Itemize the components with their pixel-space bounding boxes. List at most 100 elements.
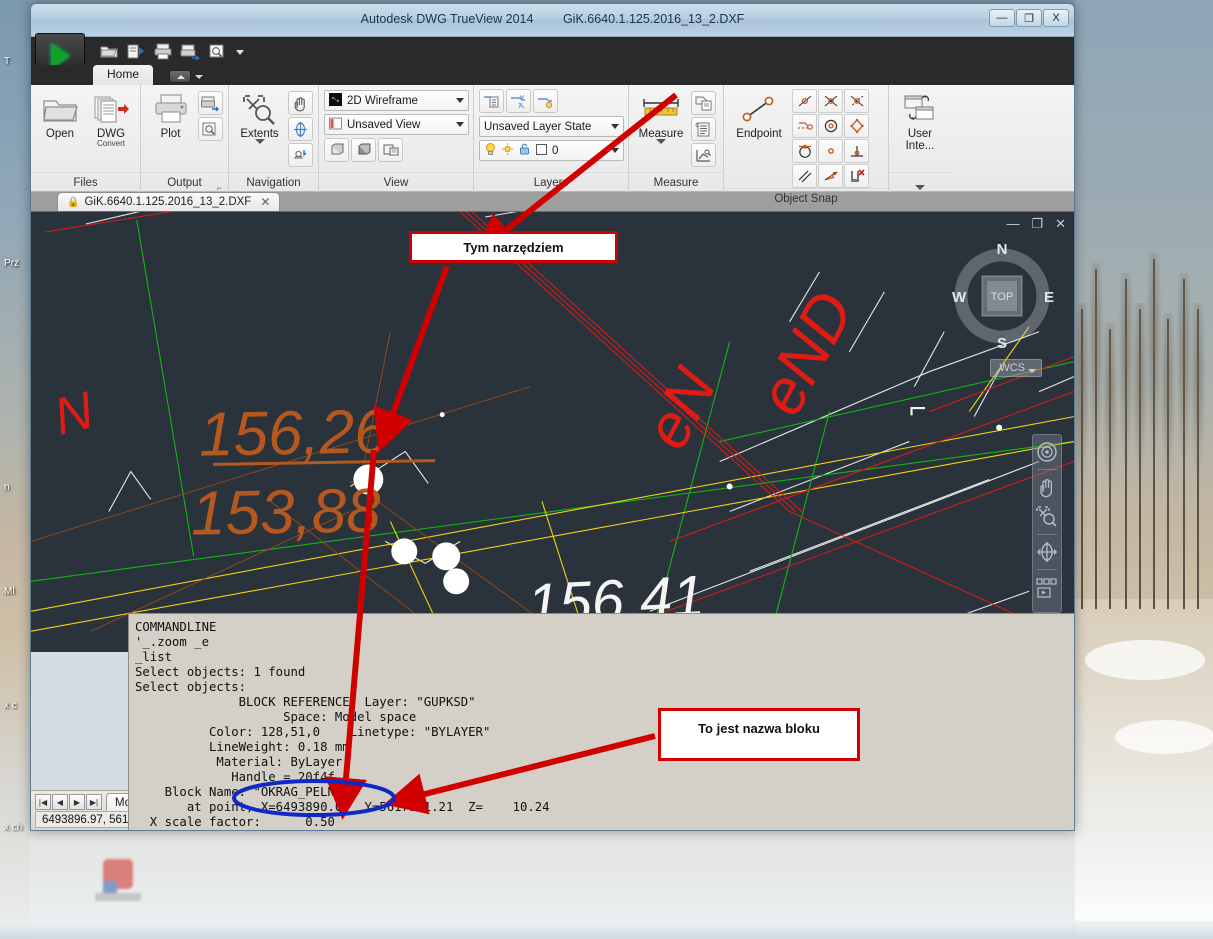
panel-navigation-title: Navigation: [229, 172, 318, 192]
dwg-text: ⌐: [909, 392, 927, 425]
next-layout-button[interactable]: ▶: [69, 794, 85, 810]
dwg-text: 153,88: [190, 476, 382, 549]
ribbon: Open DWG Convert Files Plot Output ⌐ Ext…: [31, 85, 1074, 205]
layer-value: 0: [552, 144, 559, 157]
desktop-icon-label: x ch: [4, 822, 23, 833]
view-combo[interactable]: Unsaved View: [324, 114, 469, 135]
visual-style-combo[interactable]: 2D Wireframe: [324, 90, 469, 111]
maximize-button[interactable]: ❐: [1016, 9, 1042, 27]
steering-wheel-icon[interactable]: [288, 143, 313, 167]
plot-preview-icon[interactable]: [207, 42, 227, 61]
last-layout-button[interactable]: ▶|: [86, 794, 102, 810]
batch-plot-icon[interactable]: [180, 42, 200, 61]
taskbar: [0, 921, 1213, 939]
color-swatch-icon[interactable]: [535, 143, 548, 159]
list-icon[interactable]: [691, 117, 716, 141]
hand-pan-icon[interactable]: [288, 91, 313, 115]
measure-dropdown-icon[interactable]: [656, 139, 666, 144]
navbar-separator: [1037, 534, 1057, 535]
viewport-close[interactable]: ✕: [1055, 216, 1066, 232]
document-tab[interactable]: 🔒 GiK.6640.1.125.2016_13_2.DXF ✕: [57, 192, 281, 211]
desktop-icon-label: x c: [4, 700, 17, 711]
open-button[interactable]: Open: [36, 89, 84, 141]
tree: [1146, 253, 1162, 609]
layer-combo[interactable]: 0: [479, 140, 624, 161]
area-icon[interactable]: [691, 143, 716, 167]
orbit-icon[interactable]: [288, 117, 313, 141]
ucs-selector[interactable]: WCS: [990, 359, 1042, 377]
plot-button-label: Plot: [160, 128, 181, 140]
desktop-icon-label: Prz: [4, 258, 19, 269]
document-tab-label: GiK.6640.1.125.2016_13_2.DXF: [84, 196, 252, 208]
nearest-icon[interactable]: [818, 164, 843, 188]
taskbar-app-icon[interactable]: [95, 855, 141, 911]
node-icon[interactable]: [818, 139, 843, 163]
lightbulb-icon[interactable]: [484, 142, 497, 159]
plot-icon[interactable]: [153, 42, 173, 61]
cube-icon[interactable]: [324, 138, 349, 162]
prev-layout-button[interactable]: ◀: [52, 794, 68, 810]
dialog-launcher-icon[interactable]: ⌐: [217, 178, 222, 198]
tree: [1176, 273, 1192, 609]
panel-measure: Measure Measure: [629, 85, 724, 192]
perpendicular-icon[interactable]: [844, 139, 869, 163]
plot-button[interactable]: Plot: [146, 89, 195, 141]
minimize-ribbon-button[interactable]: [169, 70, 204, 85]
layer-off-icon[interactable]: [533, 89, 558, 113]
endpoint-button-label: Endpoint: [736, 128, 782, 140]
viewport-config-icon[interactable]: [378, 138, 403, 162]
command-text-window[interactable]: COMMANDLINE '_.zoom _e _list Select obje…: [128, 613, 1074, 830]
qat-dropdown-icon[interactable]: [234, 42, 246, 61]
parallel-icon[interactable]: [792, 164, 817, 188]
compass-north: N: [997, 241, 1008, 258]
apparent-intersection-icon[interactable]: [844, 89, 869, 113]
hand-pan-icon[interactable]: [1034, 474, 1060, 500]
plot-preview-icon[interactable]: [198, 117, 223, 141]
viewport-maximize[interactable]: ❐: [1031, 216, 1043, 232]
viewport-minimize[interactable]: —: [1006, 216, 1019, 232]
tab-home[interactable]: Home: [93, 65, 154, 85]
callout-tool[interactable]: Tym narzędziem: [409, 231, 618, 263]
first-layout-button[interactable]: |◀: [35, 794, 51, 810]
view-cube[interactable]: TOP N S W E: [946, 240, 1058, 352]
zoom-extents-icon[interactable]: [1034, 504, 1060, 530]
close-button[interactable]: X: [1043, 9, 1069, 27]
batch-plot-icon[interactable]: [198, 91, 223, 115]
callout-blockname[interactable]: To jest nazwa bloku: [658, 708, 860, 761]
endpoint-button[interactable]: Endpoint: [729, 89, 789, 141]
open-icon[interactable]: [99, 42, 119, 61]
extension-icon[interactable]: [792, 114, 817, 138]
lock-icon[interactable]: [518, 142, 531, 159]
extents-dropdown-icon[interactable]: [254, 139, 265, 144]
center-icon[interactable]: [818, 114, 843, 138]
intersection-icon[interactable]: [818, 89, 843, 113]
sun-icon[interactable]: [501, 142, 514, 159]
snap-none-icon[interactable]: [844, 164, 869, 188]
view-icon: [329, 117, 342, 133]
panel-expand-icon[interactable]: [915, 185, 925, 190]
publish-icon[interactable]: [126, 42, 146, 61]
steering-wheel-icon[interactable]: [1034, 439, 1060, 465]
midpoint-icon[interactable]: [792, 89, 817, 113]
measure-button[interactable]: Measure: [634, 89, 688, 147]
dwg-convert-button[interactable]: DWG Convert: [87, 89, 135, 148]
ruler-icon: [640, 92, 682, 126]
showmotion-icon[interactable]: [1034, 574, 1060, 608]
navbar-separator: [1037, 469, 1057, 470]
zoom-extents-button[interactable]: Extents: [234, 89, 285, 147]
orbit-icon[interactable]: [1034, 539, 1060, 565]
drawing-canvas[interactable]: 156,26 153,88 ksD200 156,41 g 156,27 155…: [31, 212, 1074, 652]
layer-state-combo[interactable]: Unsaved Layer State: [479, 116, 624, 137]
panel-output-title: Output ⌐: [141, 172, 228, 193]
layer-freeze-icon[interactable]: [506, 89, 531, 113]
close-icon[interactable]: ✕: [260, 195, 270, 209]
shaded-cube-icon[interactable]: [351, 138, 376, 162]
copy-object-icon[interactable]: [691, 91, 716, 115]
layer-properties-icon[interactable]: [479, 89, 504, 113]
minimize-button[interactable]: —: [989, 9, 1015, 27]
window-title: Autodesk DWG TrueView 2014 GiK.6640.1.12…: [31, 12, 1074, 26]
tangent-icon[interactable]: [792, 139, 817, 163]
quadrant-icon[interactable]: [844, 114, 869, 138]
user-interface-button[interactable]: User Inte...: [894, 89, 946, 153]
layers-small-buttons: [479, 89, 558, 113]
